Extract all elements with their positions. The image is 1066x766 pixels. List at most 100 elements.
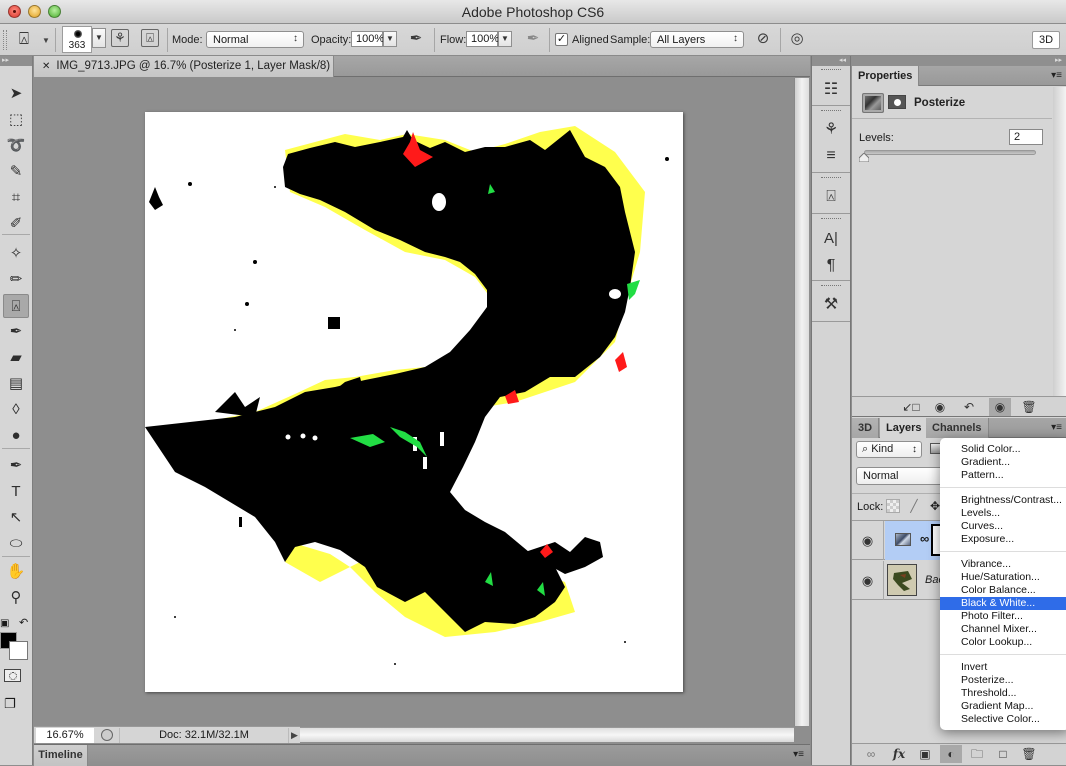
menu-item-posterize[interactable]: Posterize... — [940, 674, 1066, 687]
menu-item-invert[interactable]: Invert — [940, 661, 1066, 674]
history-icon[interactable]: ☷ — [820, 79, 842, 101]
dock-group-grip[interactable] — [821, 285, 841, 287]
dock-group-grip[interactable] — [821, 218, 841, 220]
opacity-dropdown[interactable]: ▼ — [383, 31, 397, 47]
tool-preset-dropdown-icon[interactable]: ▼ — [42, 36, 50, 45]
status-info-icon[interactable] — [101, 729, 113, 741]
eyedropper-tool-icon[interactable]: ✐ — [3, 212, 29, 236]
new-layer-icon[interactable]: □ — [992, 745, 1014, 763]
menu-item-threshold[interactable]: Threshold... — [940, 687, 1066, 700]
blur-tool-icon[interactable]: ◊ — [3, 398, 29, 422]
tab-3d[interactable]: 3D — [852, 418, 880, 438]
brush-panel-icon[interactable]: ≡ — [820, 145, 842, 167]
menu-item-selective-color[interactable]: Selective Color... — [940, 713, 1066, 726]
brush-picker-dropdown[interactable]: ▼ — [92, 28, 106, 48]
tab-layers[interactable]: Layers — [880, 418, 929, 438]
zoom-tool-icon[interactable]: ⚲ — [3, 586, 29, 610]
menu-item-gradient-map[interactable]: Gradient Map... — [940, 700, 1066, 713]
options-bar-grip[interactable] — [3, 30, 7, 50]
properties-scrollbar[interactable] — [1053, 87, 1066, 397]
character-icon[interactable]: A| — [820, 228, 842, 250]
menu-item-vibrance[interactable]: Vibrance... — [940, 558, 1066, 571]
properties-panel-menu-icon[interactable]: ▾≡ — [1051, 70, 1062, 81]
clone-stamp-tool-preset-icon[interactable]: ⍓ — [14, 29, 34, 49]
workspace-3d-button[interactable]: 3D — [1032, 31, 1060, 49]
blend-mode-select[interactable]: Normal — [856, 467, 944, 485]
sample-select[interactable]: All Layers — [650, 31, 744, 48]
mode-select[interactable]: Normal — [206, 31, 304, 48]
brush-preset-picker[interactable]: 363 — [62, 26, 92, 53]
lock-pixels-icon[interactable]: ╱ — [907, 499, 921, 513]
canvas-area[interactable] — [34, 78, 794, 726]
lock-transparency-icon[interactable] — [886, 499, 900, 513]
tools-expand-icon[interactable]: ▸▸ — [0, 56, 32, 66]
path-selection-tool-icon[interactable]: ↖ — [3, 506, 29, 530]
tab-channels[interactable]: Channels — [926, 418, 989, 438]
layer-mask-icon[interactable] — [888, 95, 906, 109]
menu-item-black-white[interactable]: Black & White... — [940, 597, 1066, 610]
quick-mask-icon[interactable] — [4, 669, 21, 682]
brush-presets-icon[interactable]: ⚘ — [820, 119, 842, 141]
brush-panel-toggle-icon[interactable]: ⚘ — [111, 29, 129, 47]
dock-group-grip[interactable] — [821, 110, 841, 112]
lasso-tool-icon[interactable]: ➰ — [3, 134, 29, 158]
opacity-field[interactable]: 100% — [351, 31, 384, 47]
aligned-checkbox[interactable]: ✓ — [555, 33, 568, 46]
close-tab-icon[interactable]: ✕ — [42, 61, 50, 72]
hand-tool-icon[interactable]: ✋ — [3, 560, 29, 584]
flow-field[interactable]: 100% — [466, 31, 499, 47]
layer-style-fx-icon[interactable]: fx — [888, 745, 910, 763]
timeline-panel-menu-icon[interactable]: ▾≡ — [793, 749, 804, 760]
menu-item-hue-saturation[interactable]: Hue/Saturation... — [940, 571, 1066, 584]
menu-item-color-balance[interactable]: Color Balance... — [940, 584, 1066, 597]
clone-source-icon[interactable]: ⍓ — [820, 186, 842, 208]
menu-item-photo-filter[interactable]: Photo Filter... — [940, 610, 1066, 623]
new-adjustment-layer-icon[interactable]: ◐ — [940, 745, 962, 763]
levels-field[interactable]: 2 — [1009, 129, 1043, 145]
crop-tool-icon[interactable]: ⌗ — [3, 186, 29, 210]
marquee-tool-icon[interactable]: ⬚ — [3, 108, 29, 132]
paragraph-icon[interactable]: ¶ — [820, 255, 842, 277]
type-tool-icon[interactable]: T — [3, 480, 29, 504]
menu-item-color-lookup[interactable]: Color Lookup... — [940, 636, 1066, 649]
tool-presets-icon[interactable]: ⚒ — [820, 294, 842, 316]
vertical-scrollbar[interactable] — [794, 78, 809, 726]
mask-link-icon[interactable]: ∞ — [920, 531, 929, 546]
spot-healing-tool-icon[interactable]: ✧ — [3, 242, 29, 266]
background-color-swatch[interactable] — [9, 641, 28, 660]
clone-source-panel-icon[interactable]: ⍓ — [141, 29, 159, 47]
menu-item-pattern[interactable]: Pattern... — [940, 469, 1066, 482]
document-canvas[interactable] — [145, 112, 683, 692]
quick-selection-tool-icon[interactable]: ✎ — [3, 160, 29, 184]
menu-item-levels[interactable]: Levels... — [940, 507, 1066, 520]
zoom-level-field[interactable]: 16.67% — [36, 728, 94, 743]
menu-item-brightness-contrast[interactable]: Brightness/Contrast... — [940, 494, 1066, 507]
toggle-visibility-icon[interactable]: ◉ — [989, 398, 1011, 416]
layer-visibility-eye-icon[interactable]: ◉ — [852, 561, 884, 600]
delete-adjustment-icon[interactable]: 🗑 — [1018, 398, 1040, 416]
add-layer-mask-icon[interactable]: ▣ — [914, 745, 936, 763]
layers-panel-menu-icon[interactable]: ▾≡ — [1051, 422, 1062, 433]
timeline-tab[interactable]: Timeline — [34, 745, 88, 766]
layer-visibility-eye-icon[interactable]: ◉ — [852, 521, 884, 560]
default-colors-icon[interactable]: ▣ — [0, 618, 9, 629]
document-tab[interactable]: ✕ IMG_9713.JPG @ 16.7% (Posterize 1, Laye… — [34, 56, 334, 93]
ignore-adjustment-layers-icon[interactable]: ⊘ — [753, 29, 773, 49]
menu-item-curves[interactable]: Curves... — [940, 520, 1066, 533]
reset-adjustment-icon[interactable]: ↶ — [958, 398, 980, 416]
levels-slider-track[interactable] — [864, 150, 1036, 155]
pressure-opacity-icon[interactable]: ✒ — [406, 29, 426, 49]
brush-tool-icon[interactable]: ✏ — [3, 268, 29, 292]
clone-stamp-tool-icon[interactable]: ⍓ — [3, 294, 29, 318]
airbrush-icon[interactable]: ✒ — [523, 29, 543, 49]
ellipse-tool-icon[interactable]: ⬭ — [3, 532, 29, 556]
menu-item-exposure[interactable]: Exposure... — [940, 533, 1066, 546]
delete-layer-icon[interactable]: 🗑 — [1018, 745, 1040, 763]
status-menu-arrow-icon[interactable]: ▶ — [291, 730, 298, 741]
horizontal-scrollbar[interactable] — [300, 727, 794, 742]
menu-item-channel-mixer[interactable]: Channel Mixer... — [940, 623, 1066, 636]
menu-item-solid-color[interactable]: Solid Color... — [940, 443, 1066, 456]
dock-collapse-icon[interactable]: ◂◂ — [812, 56, 850, 66]
tab-properties[interactable]: Properties — [852, 66, 920, 86]
clip-to-layer-icon[interactable]: ↙□ — [900, 398, 922, 416]
